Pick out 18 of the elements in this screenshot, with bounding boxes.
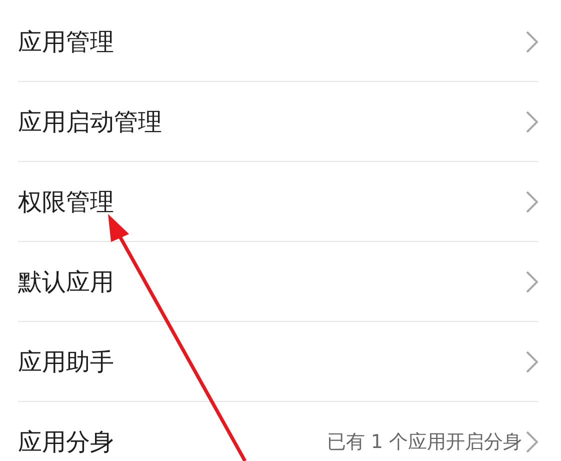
row-label: 默认应用	[18, 266, 114, 298]
chevron-right-icon	[526, 431, 538, 453]
row-label: 应用助手	[18, 346, 114, 378]
settings-row[interactable]: 应用启动管理	[18, 82, 538, 162]
chevron-right-icon	[526, 350, 538, 372]
chevron-right-icon	[526, 190, 538, 212]
chevron-right-icon	[526, 270, 538, 292]
settings-row[interactable]: 应用管理	[18, 2, 538, 82]
row-detail: 已有 1 个应用开启分身	[326, 430, 522, 455]
settings-row[interactable]: 默认应用	[18, 242, 538, 322]
settings-row[interactable]: 应用分身 已有 1 个应用开启分身	[18, 402, 538, 461]
row-label: 应用管理	[18, 26, 114, 58]
row-label: 应用启动管理	[18, 106, 162, 138]
settings-row[interactable]: 应用助手	[18, 322, 538, 402]
row-label: 权限管理	[18, 186, 114, 218]
chevron-right-icon	[526, 110, 538, 132]
chevron-right-icon	[526, 30, 538, 52]
row-label: 应用分身	[18, 427, 114, 458]
